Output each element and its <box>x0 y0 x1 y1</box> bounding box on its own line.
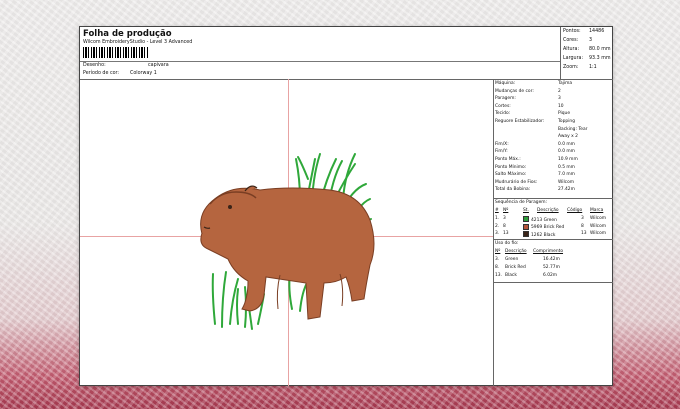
usage-cell-length: 52.77m <box>543 265 560 270</box>
machine-info-value: 0.0 mm <box>558 149 575 155</box>
machine-info-label: Ponto Máx.: <box>495 157 521 162</box>
stats-box: Pontos: 14486 Cores: 3 Altura: 80.0 mm L… <box>560 27 614 79</box>
col-header: Código <box>567 208 583 213</box>
machine-info-label: Máquina: <box>495 81 516 86</box>
divider <box>493 282 613 283</box>
stop-cell-brand: Wilcom <box>590 231 607 236</box>
machine-info-value: Wilcom <box>558 179 575 185</box>
machine-info-value: 27.42m <box>558 187 575 193</box>
usage-cell-desc: Black <box>505 273 517 278</box>
machine-info-value: 0.0 mm <box>558 141 575 147</box>
stop-cell-desc: 1262 Black <box>523 231 555 238</box>
stop-cell-code_num: 3 <box>503 216 506 221</box>
divider <box>493 239 613 240</box>
sheet-title: Folha de produção <box>83 29 172 39</box>
stat-value: 14486 <box>589 29 605 34</box>
machine-info-label: Ponto Mínimo: <box>495 164 527 170</box>
stat-value: 1:1 <box>589 65 597 70</box>
divider <box>80 61 560 62</box>
stop-cell-code: 8 <box>581 223 584 229</box>
col-header: Marca <box>590 208 604 213</box>
stop-cell-brand: Wilcom <box>590 223 607 229</box>
color-swatch <box>523 216 529 222</box>
stop-cell-desc: 4213 Green <box>523 216 557 223</box>
usage-cell-length: 16.42m <box>543 257 560 262</box>
machine-info-label: Fim/Y: <box>495 149 508 155</box>
machine-info-label: Cortes: <box>495 103 511 109</box>
usage-cell-length: 6.02m <box>543 273 558 278</box>
stop-cell-n: 2. <box>495 223 500 229</box>
stat-value: 80.0 mm <box>589 47 611 52</box>
stop-desc: 4213 Green <box>531 217 557 223</box>
stop-cell-desc: 5969 Brick Red <box>523 223 565 230</box>
stop-cell-n: 1. <box>495 216 500 221</box>
stop-desc: 1262 Black <box>531 232 556 238</box>
machine-info-value: Tajima <box>558 81 573 86</box>
machine-info-label: Mudrurário de Fios: <box>495 179 538 185</box>
design-label: Desenho: <box>83 63 106 68</box>
stat-label: Cores: <box>563 38 579 43</box>
color-swatch <box>523 223 529 230</box>
usage-cell-desc: Green <box>505 257 519 262</box>
col-header: Descrição <box>537 208 559 213</box>
col-header: Comprimento <box>533 249 564 254</box>
stop-cell-code_num: 13 <box>503 231 509 236</box>
capybara-body <box>200 185 375 320</box>
design-preview <box>80 79 494 386</box>
usage-cell-n: 8. <box>495 265 500 270</box>
machine-info-value: 3 <box>558 96 561 102</box>
machine-info-label: Salto Máximo: <box>495 172 527 178</box>
stop-cell-n: 3. <box>495 231 500 236</box>
machine-info-value: 7.0 mm <box>558 172 575 178</box>
production-sheet: Folha de produção Wilcom EmbroideryStudi… <box>79 26 613 386</box>
sheet-subtitle: Wilcom EmbroideryStudio - Level 3 Advanc… <box>83 40 193 45</box>
usage-cell-n: 13. <box>495 273 502 278</box>
machine-info-label: Fim/X: <box>495 141 509 147</box>
usage-cell-desc: Brick Red <box>505 265 526 270</box>
machine-info-label: Tecido: <box>495 111 511 117</box>
machine-info-label: Total da Bobina: <box>495 187 531 193</box>
color-swatch <box>523 231 529 237</box>
header-left: Folha de produção Wilcom EmbroideryStudi… <box>80 27 560 79</box>
col-header: Descrição <box>505 249 527 254</box>
machine-info-value: 0.5 mm <box>558 164 575 170</box>
barcode <box>83 47 149 58</box>
machine-info-value: Backing: Tear <box>558 126 588 132</box>
machine-info-value: Pique <box>558 111 571 117</box>
stop-cell-code_num: 8 <box>503 223 506 229</box>
stat-label: Altura: <box>563 47 580 52</box>
machine-info-label: Reguore Estabilizador: <box>495 119 545 124</box>
stop-desc: 5969 Brick Red <box>531 225 565 230</box>
stat-label: Pontos: <box>563 29 581 34</box>
stat-value: 3 <box>589 38 593 43</box>
stat-label: Zoom: <box>563 65 579 70</box>
stop-sequence-title: Sequência de Paragem: <box>495 200 548 205</box>
sheet-header: Folha de produção Wilcom EmbroideryStudi… <box>80 27 613 80</box>
machine-info-label: Paragem: <box>495 96 516 102</box>
col-header: Nº <box>495 249 501 254</box>
divider <box>493 198 613 199</box>
machine-info-value: Away x 2 <box>558 134 578 140</box>
stop-cell-code: 3 <box>581 216 584 221</box>
col-header: St. <box>523 208 529 213</box>
capybara-embroidery-image <box>200 153 375 330</box>
stat-value: 93.3 mm <box>589 56 611 61</box>
machine-info-value: 10 <box>558 103 564 109</box>
usage-cell-n: 3. <box>495 257 500 262</box>
col-header: Nº <box>503 208 509 213</box>
info-panel: Máquina: Tajima Mudanças de cor: 2 Paragem: 3… <box>493 79 613 386</box>
design-value: capivara <box>148 63 169 68</box>
stop-cell-brand: Wilcom <box>590 216 607 221</box>
period-label: Período de cor: <box>83 71 120 76</box>
col-header: # <box>495 208 499 213</box>
period-value: Colorway 1 <box>130 71 157 76</box>
machine-info-value: 2 <box>558 88 561 94</box>
machine-info-label: Mudanças de cor: <box>495 88 534 94</box>
machine-info-value: 10.9 mm <box>558 157 578 162</box>
machine-info-value: Topping <box>558 119 575 124</box>
thread-usage-title: Uso do fio: <box>495 241 519 246</box>
stat-label: Largura: <box>563 56 584 61</box>
stop-cell-code: 13 <box>581 231 587 236</box>
